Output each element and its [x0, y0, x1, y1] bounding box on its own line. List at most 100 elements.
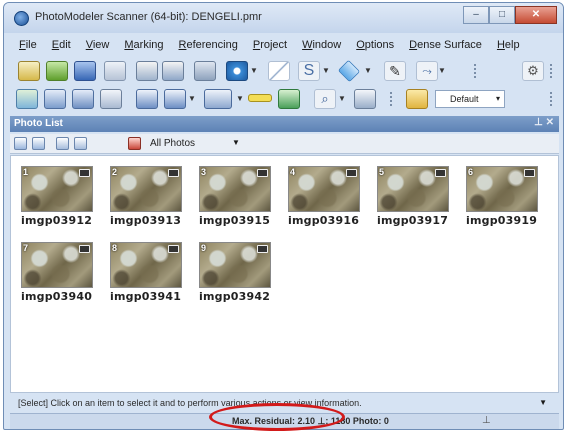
text-icon[interactable]: [100, 89, 122, 109]
photo-item[interactable]: 8 imgp03941: [110, 242, 192, 318]
maximize-button[interactable]: □: [489, 6, 515, 24]
pane-pin-close[interactable]: ⊥ ✕: [534, 117, 554, 128]
photo-thumbnail[interactable]: 6: [466, 166, 538, 212]
style-combo[interactable]: Default ▾: [435, 90, 505, 108]
save-icon[interactable]: [74, 61, 96, 81]
photo-name: imgp03916: [288, 214, 360, 227]
photo-item[interactable]: 6 imgp03919: [466, 166, 548, 242]
menu-referencing[interactable]: Referencing: [172, 37, 246, 55]
chevron-down-icon[interactable]: ▼: [250, 66, 258, 75]
sort-desc-icon[interactable]: [32, 137, 45, 150]
filter-icon[interactable]: [128, 137, 141, 150]
menu-help[interactable]: Help: [490, 37, 528, 55]
photo-number: 6: [468, 167, 474, 177]
photo-item[interactable]: 4 imgp03916: [288, 166, 370, 242]
import-icon[interactable]: [46, 61, 68, 81]
menu-marking[interactable]: Marking: [117, 37, 171, 55]
photo-thumbnail[interactable]: 4: [288, 166, 360, 212]
highlight-annotation: [209, 403, 345, 431]
open-window-icon[interactable]: [136, 89, 158, 109]
tile-icon[interactable]: [204, 89, 232, 109]
extra-tool-icon[interactable]: ⚙: [522, 61, 544, 81]
menu-bar: File Edit View Marking Referencing Proje…: [12, 37, 557, 55]
photo-number: 7: [23, 243, 29, 253]
photo-thumbnail[interactable]: 5: [377, 166, 449, 212]
secondary-toolbar: ▼ ▼ ⌕ ▼ Default ▾: [12, 86, 557, 113]
camera-icon: [524, 169, 535, 177]
photo-thumbnail-grid: 1 imgp03912 2 imgp03913 3 imgp03915 4 im…: [10, 155, 559, 393]
curve-icon[interactable]: S: [298, 61, 320, 81]
toolbar-grip[interactable]: [390, 92, 393, 106]
chevron-down-icon[interactable]: ▼: [539, 398, 547, 407]
menu-project[interactable]: Project: [246, 37, 295, 55]
photo-thumbnail[interactable]: 9: [199, 242, 271, 288]
zoom-icon[interactable]: ⌕: [314, 89, 336, 109]
photo-number: 1: [23, 167, 29, 177]
table-view-icon[interactable]: [72, 89, 94, 109]
toolbar-grip[interactable]: [550, 64, 553, 78]
chevron-down-icon[interactable]: ▼: [322, 66, 330, 75]
list-view-icon[interactable]: [56, 137, 69, 150]
photo-name: imgp03919: [466, 214, 538, 227]
thumbnail-view-icon[interactable]: [74, 137, 87, 150]
chevron-down-icon[interactable]: ▼: [364, 66, 372, 75]
photo-item[interactable]: 1 imgp03912: [21, 166, 103, 242]
grid-icon[interactable]: [354, 89, 376, 109]
photo-thumbnail[interactable]: 8: [110, 242, 182, 288]
shape-icon[interactable]: [337, 59, 361, 83]
photo-filter-label[interactable]: All Photos: [150, 138, 195, 149]
viewer-icon[interactable]: [164, 89, 186, 109]
mark-line-icon[interactable]: [162, 61, 184, 81]
chart-icon[interactable]: [278, 89, 300, 109]
chevron-down-icon[interactable]: ▾: [496, 94, 500, 103]
ruler-icon[interactable]: [248, 94, 272, 102]
close-button[interactable]: ✕: [515, 6, 557, 24]
3d-view-icon[interactable]: [44, 89, 66, 109]
sort-asc-icon[interactable]: [14, 137, 27, 150]
chevron-down-icon[interactable]: ▼: [236, 94, 244, 103]
chevron-down-icon[interactable]: ▼: [188, 94, 196, 103]
camera-icon: [257, 245, 268, 253]
mark-point-icon[interactable]: [136, 61, 158, 81]
menu-view[interactable]: View: [79, 37, 118, 55]
chevron-down-icon[interactable]: ▼: [438, 66, 446, 75]
open-icon[interactable]: [18, 61, 40, 81]
minimize-button[interactable]: –: [463, 6, 489, 24]
menu-window[interactable]: Window: [295, 37, 349, 55]
photo-thumbnail[interactable]: 1: [21, 166, 93, 212]
process-icon[interactable]: ⤳: [416, 61, 438, 81]
toolbar-grip[interactable]: [474, 64, 477, 78]
undo-icon[interactable]: [104, 61, 126, 81]
photo-name: imgp03913: [110, 214, 182, 227]
photo-item[interactable]: 7 imgp03940: [21, 242, 103, 318]
photo-name: imgp03941: [110, 290, 182, 303]
pencil-icon[interactable]: ✎: [384, 61, 406, 81]
photo-number: 3: [201, 167, 207, 177]
app-logo-icon: [14, 11, 29, 26]
menu-edit[interactable]: Edit: [45, 37, 79, 55]
camera-icon: [79, 245, 90, 253]
photo-thumbnail[interactable]: 7: [21, 242, 93, 288]
photo-item[interactable]: 3 imgp03915: [199, 166, 281, 242]
menu-options[interactable]: Options: [349, 37, 402, 55]
coded-target-icon[interactable]: [226, 61, 248, 81]
photo-item[interactable]: 5 imgp03917: [377, 166, 459, 242]
edge-icon[interactable]: [268, 61, 290, 81]
photo-list-toolbar: All Photos ▼: [10, 134, 559, 154]
photo-thumbnail[interactable]: 3: [199, 166, 271, 212]
menu-file[interactable]: File: [12, 37, 45, 55]
photo-item[interactable]: 2 imgp03913: [110, 166, 192, 242]
photo-number: 5: [379, 167, 385, 177]
menu-dense-surface[interactable]: Dense Surface: [402, 37, 490, 55]
surface-icon[interactable]: [194, 61, 216, 81]
photo-view-icon[interactable]: [16, 89, 38, 109]
chevron-down-icon[interactable]: ▼: [338, 94, 346, 103]
status-pin-icon[interactable]: ⊥: [482, 415, 491, 426]
folder-icon[interactable]: [406, 89, 428, 109]
chevron-down-icon[interactable]: ▼: [232, 138, 240, 147]
photo-item[interactable]: 9 imgp03942: [199, 242, 281, 318]
photo-thumbnail[interactable]: 2: [110, 166, 182, 212]
photo-number: 4: [290, 167, 296, 177]
title-bar[interactable]: PhotoModeler Scanner (64-bit): DENGELI.p…: [4, 3, 563, 33]
toolbar-grip[interactable]: [550, 92, 553, 106]
